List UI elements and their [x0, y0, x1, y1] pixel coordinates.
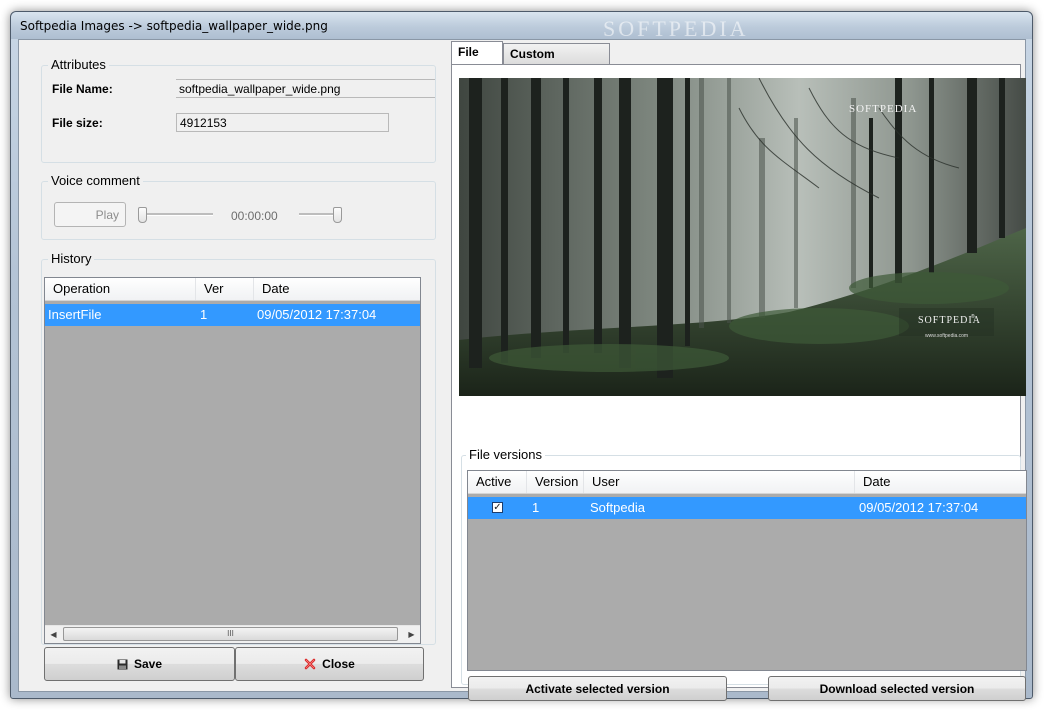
file-size-field[interactable]: 4912153 [176, 113, 389, 132]
app-window: Softpedia Images -> softpedia_wallpaper_… [10, 11, 1033, 701]
history-col-operation[interactable]: Operation [45, 278, 196, 300]
window-title: Softpedia Images -> softpedia_wallpaper_… [20, 19, 328, 33]
table-row[interactable]: ✓ 1 Softpedia 09/05/2012 17:37:04 [468, 497, 1026, 519]
position-slider-thumb[interactable] [138, 207, 147, 223]
floppy-disk-icon [117, 659, 128, 669]
file-size-label: File size: [52, 116, 103, 130]
forest-image: SOFTPEDIA SOFTPEDIA ® www.softpedia.com [459, 78, 1026, 396]
table-row[interactable]: InsertFile 1 09/05/2012 17:37:04 [45, 304, 420, 326]
file-name-label: File Name: [52, 82, 113, 96]
versions-col-date[interactable]: Date [855, 471, 1026, 493]
preview-brand-url: www.softpedia.com [925, 333, 968, 339]
history-cell-operation: InsertFile [48, 307, 102, 322]
versions-cell-version: 1 [532, 500, 540, 515]
red-x-icon [304, 658, 316, 670]
scroll-left-icon[interactable]: ◀ [45, 626, 62, 643]
elapsed-time: 00:00:00 [231, 209, 278, 223]
history-col-ver[interactable]: Ver [196, 278, 254, 300]
play-button[interactable]: Play [54, 202, 126, 227]
attributes-group: Attributes File Name: softpedia_wallpape… [41, 57, 436, 163]
image-preview[interactable]: SOFTPEDIA SOFTPEDIA ® www.softpedia.com [459, 78, 1026, 396]
voice-comment-group-label: Voice comment [48, 173, 143, 188]
versions-cell-date: 09/05/2012 17:37:04 [859, 500, 979, 515]
versions-col-user[interactable]: User [584, 471, 855, 493]
preview-brand-top: SOFTPEDIA [849, 103, 917, 115]
versions-header: Active Version User Date [468, 471, 1026, 494]
attributes-group-label: Attributes [48, 57, 109, 72]
tab-file[interactable]: File [451, 41, 503, 64]
download-version-label: Download selected version [819, 681, 975, 696]
client-area: Attributes File Name: softpedia_wallpape… [18, 39, 1027, 701]
history-hscrollbar[interactable]: ◀ III ▶ [45, 625, 420, 643]
save-button-label: Save [133, 657, 163, 671]
voice-comment-group: Voice comment Play 00:00:00 [41, 173, 436, 240]
file-tab-panel: SOFTPEDIA SOFTPEDIA ® www.softpedia.com … [451, 64, 1027, 701]
play-button-label: Play [95, 207, 119, 222]
history-group-label: History [48, 251, 95, 266]
history-cell-ver: 1 [200, 307, 208, 322]
versions-col-version[interactable]: Version [527, 471, 584, 493]
history-list[interactable]: Operation Ver Date InsertFile 1 09/05/20… [44, 277, 421, 644]
close-button-label: Close [322, 657, 355, 671]
position-slider-track [141, 213, 213, 216]
versions-cell-user: Softpedia [590, 500, 645, 515]
history-col-date[interactable]: Date [254, 278, 420, 300]
download-version-button[interactable]: Download selected version [768, 676, 1026, 701]
history-cell-date: 09/05/2012 17:37:04 [257, 307, 377, 322]
volume-slider-thumb[interactable] [333, 207, 342, 223]
history-scroll-thumb[interactable]: III [63, 627, 398, 641]
activate-version-button[interactable]: Activate selected version [468, 676, 727, 701]
scroll-right-icon[interactable]: ▶ [403, 626, 420, 643]
versions-list[interactable]: Active Version User Date ✓ 1 Softpedia 0… [467, 470, 1027, 671]
title-bar[interactable]: Softpedia Images -> softpedia_wallpaper_… [11, 12, 1032, 41]
preview-brand-mark: ® [971, 313, 975, 320]
close-button[interactable]: Close [235, 647, 424, 681]
active-checkbox[interactable]: ✓ [492, 502, 503, 513]
tab-custom-attributes[interactable]: Custom attributes [503, 43, 610, 81]
save-button[interactable]: Save [44, 647, 235, 681]
activate-version-label: Activate selected version [525, 681, 670, 696]
file-versions-group-label: File versions [466, 447, 545, 462]
history-header: Operation Ver Date [45, 278, 420, 301]
versions-col-active[interactable]: Active [468, 471, 527, 493]
file-name-field[interactable]: softpedia_wallpaper_wide.png [176, 79, 435, 98]
